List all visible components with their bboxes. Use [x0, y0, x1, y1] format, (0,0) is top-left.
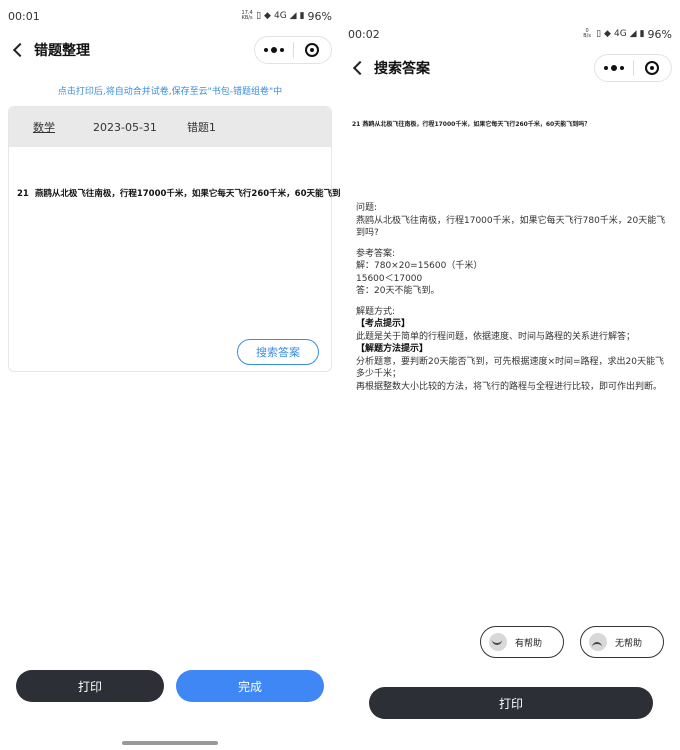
reference-line: 15600＜17000 [356, 273, 423, 284]
close-miniprogram-button[interactable] [634, 61, 671, 75]
reference-line: 答：20天不能飞到。 [356, 286, 440, 296]
card-header: 数学 2023-05-31 错题1 [9, 107, 331, 147]
method-text: 分析题意，要判断20天能否飞到，可先根据速度×时间=路程，求出20天能飞多少千米… [356, 356, 664, 380]
signal-type: 4G [613, 29, 627, 39]
frown-icon [589, 633, 607, 651]
vibrate-icon: ▯ [596, 29, 602, 39]
right-screen: 00:02 0 B/s ▯ ◆ 4G ◢ ▮ 96% 搜索答案 21 燕鸥从北极… [340, 0, 680, 750]
answer-content: 问题: 燕鸥从北极飞往南极，行程17000千米，如果它每天飞行780千米，20天… [356, 202, 672, 393]
point-text: 此题是关于简单的行程问题，依据速度、时间与路程的关系进行解答； [356, 331, 636, 342]
battery-level: 96% [307, 9, 332, 23]
close-miniprogram-button[interactable] [294, 43, 331, 57]
more-options-button[interactable] [595, 65, 633, 71]
status-bar: 00:01 17.4 KB/s ▯ ◆ 4G ◢ ▮ 96% [0, 2, 340, 30]
smile-icon [489, 633, 507, 651]
reference-label: 参考答案: [356, 248, 396, 259]
helpful-label: 有帮助 [515, 638, 543, 649]
not-helpful-button[interactable]: 无帮助 [580, 626, 664, 658]
signal-type: 4G [273, 11, 287, 21]
done-button[interactable]: 完成 [176, 670, 324, 702]
method-title: 【解题方法提示】 [356, 344, 429, 354]
battery-icon: ▮ [299, 11, 305, 21]
method-label: 解题方式: [356, 306, 396, 317]
helpful-button[interactable]: 有帮助 [480, 626, 564, 658]
search-answer-button[interactable]: 搜索答案 [237, 339, 319, 365]
miniprogram-capsule [594, 54, 672, 82]
more-options-button[interactable] [255, 47, 293, 53]
back-arrow-icon [12, 42, 28, 58]
back-button[interactable] [340, 52, 374, 84]
method-text: 再根据整数大小比较的方法，将飞行的路程与全程进行比较，即可作出判断。 [356, 381, 663, 392]
question-label: 问题: [356, 203, 378, 213]
question-clip: 21 燕鸥从北极飞往南极，行程17000千米，如果它每天飞行260千米，60天能… [352, 121, 591, 127]
page-title: 搜索答案 [374, 61, 430, 77]
wifi-icon: ◆ [604, 29, 611, 39]
back-button[interactable] [0, 34, 34, 66]
battery-level: 96% [647, 27, 672, 41]
cell-signal-icon: ◢ [289, 11, 297, 21]
point-title: 【考点提示】 [356, 319, 411, 329]
target-icon [645, 61, 660, 75]
vibrate-icon: ▯ [256, 11, 262, 21]
question-card: 数学 2023-05-31 错题1 21 燕鸥从北极飞往南极，行程17000千米，… [8, 106, 340, 372]
question-set-name: 错题1 [186, 121, 216, 134]
question-text: 燕鸥从北极飞往南极，行程17000千米，如果它每天飞行780千米，20天能飞到吗… [356, 215, 666, 239]
wifi-icon: ◆ [264, 11, 271, 21]
home-indicator[interactable] [122, 741, 218, 745]
subject-label[interactable]: 数学 [33, 119, 55, 135]
left-screen: 00:01 17.4 KB/s ▯ ◆ 4G ◢ ▮ 96% 错题整理 点击打印… [0, 0, 340, 750]
not-helpful-label: 无帮助 [615, 638, 643, 649]
status-time: 00:02 [348, 27, 380, 41]
network-speed: 17.4 KB/s [241, 10, 253, 21]
question-text: 21 燕鸥从北极飞往南极，行程17000千米，如果它每天飞行260千米，60天能飞… [17, 187, 340, 199]
miniprogram-capsule [254, 36, 332, 64]
question-number: 21 [17, 189, 29, 199]
nav-bar: 错题整理 [0, 34, 340, 66]
cell-signal-icon: ◢ [629, 29, 637, 39]
back-arrow-icon [352, 60, 368, 76]
print-button[interactable]: 打印 [16, 670, 164, 702]
nav-bar: 搜索答案 [340, 52, 680, 84]
question-date: 2023-05-31 [93, 120, 157, 134]
question-body: 燕鸥从北极飞往南极，行程17000千米，如果它每天飞行260千米，60天能飞到吗… [34, 189, 340, 199]
network-speed: 0 B/s [583, 28, 591, 39]
status-bar: 00:02 0 B/s ▯ ◆ 4G ◢ ▮ 96% [340, 20, 680, 48]
print-hint: 点击打印后,将自动合并试卷,保存至云"书包-错题组卷"中 [57, 87, 283, 97]
page-title: 错题整理 [34, 43, 90, 59]
status-time: 00:01 [8, 9, 40, 23]
target-icon [305, 43, 320, 57]
print-button[interactable]: 打印 [369, 687, 653, 719]
reference-line: 解：780×20=15600（千米） [356, 261, 483, 271]
battery-icon: ▮ [639, 29, 645, 39]
